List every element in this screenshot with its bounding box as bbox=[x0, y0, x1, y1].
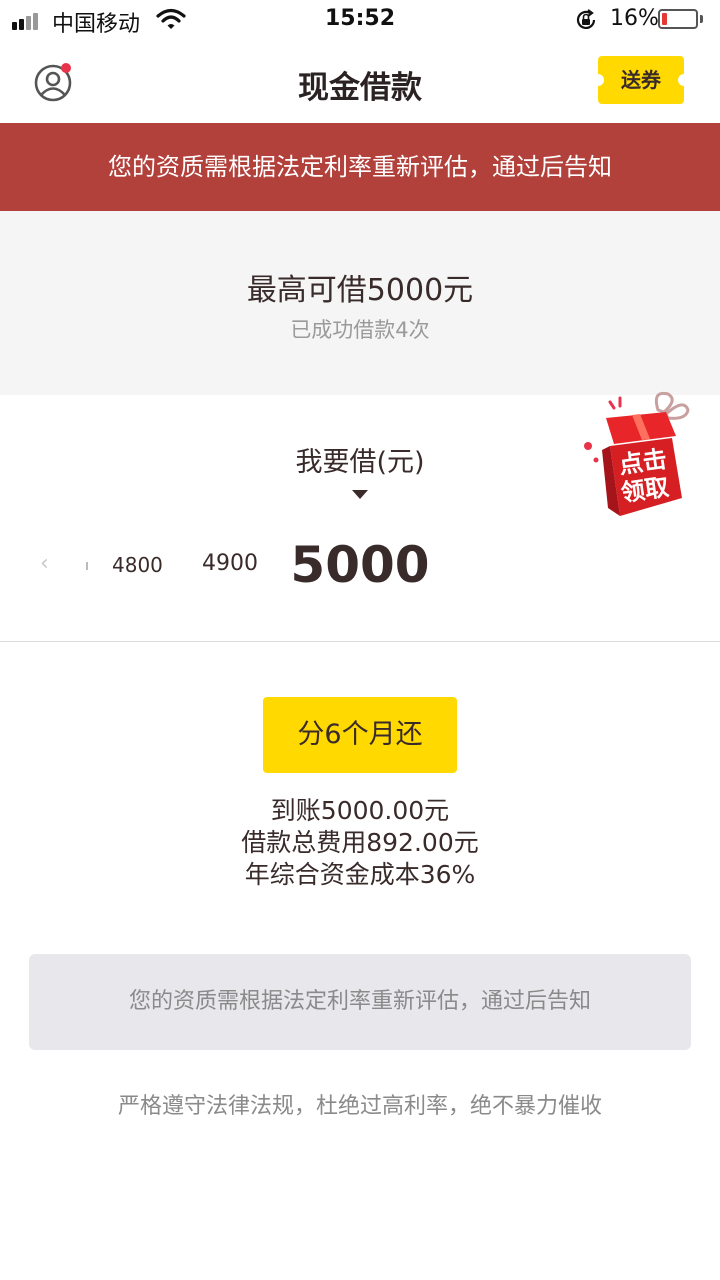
divider bbox=[0, 641, 720, 642]
received-amount: 到账5000.00元 bbox=[270, 796, 450, 825]
coupon-button[interactable]: 送券 bbox=[598, 56, 684, 104]
reassessment-banner: 您的资质需根据法定利率重新评估，通过后告知 bbox=[0, 123, 720, 211]
compliance-statement: 严格遵守法律法规，杜绝过高利率，绝不暴力催收 bbox=[117, 1094, 602, 1119]
credit-panel: 最高可借5000元 已成功借款4次 bbox=[0, 211, 720, 395]
repay-plan-button[interactable]: 分6个月还 bbox=[263, 697, 457, 773]
nav-bar: 现金借款 送券 bbox=[0, 40, 720, 123]
borrow-count-label: 已成功借款4次 bbox=[290, 318, 430, 342]
battery-icon bbox=[658, 9, 698, 29]
coupon-label: 送券 bbox=[621, 68, 661, 92]
selector-pointer-icon bbox=[352, 490, 368, 499]
gift-box-icon: 点击 领取 bbox=[584, 391, 690, 516]
battery-tip bbox=[700, 15, 703, 23]
rotation-lock-icon bbox=[574, 8, 598, 32]
status-bar: 中国移动 15:52 16% bbox=[0, 0, 720, 40]
battery-percent: 16% bbox=[610, 6, 659, 31]
annual-cost-rate: 年综合资金成本36% bbox=[244, 860, 476, 889]
total-fee: 借款总费用892.00元 bbox=[241, 828, 479, 857]
gift-claim-button[interactable]: 点击 领取 bbox=[580, 388, 696, 522]
reassessment-notice: 您的资质需根据法定利率重新评估，通过后告知 bbox=[29, 954, 691, 1050]
max-credit-label: 最高可借5000元 bbox=[246, 273, 474, 308]
selected-amount[interactable]: 5000 bbox=[0, 536, 720, 594]
